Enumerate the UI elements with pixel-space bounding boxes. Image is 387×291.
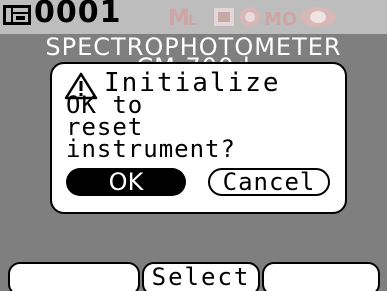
specular-icon (240, 7, 260, 27)
svg-text:MO: MO (264, 9, 297, 30)
memory-card-icon (3, 5, 31, 25)
sample-number: 0001 (34, 0, 122, 30)
initialize-dialog: Initialize OK to reset instrument? OK Ca… (50, 62, 347, 214)
instrument-screen: 0001 M L MO SPECTROPHOTOMETER CM- (0, 0, 387, 291)
status-icons: M L MO (168, 6, 336, 30)
svg-text:L: L (188, 13, 197, 29)
dialog-message-line-3: instrument? (66, 135, 236, 163)
select-softkey[interactable]: Select (142, 262, 260, 291)
right-softkey[interactable] (262, 262, 380, 291)
cancel-button[interactable]: Cancel (208, 168, 330, 196)
area-icon (214, 8, 234, 26)
status-bar: 0001 M L MO (0, 0, 387, 34)
svg-text:M: M (168, 6, 190, 30)
left-softkey[interactable] (8, 262, 140, 291)
light-source-icon (300, 7, 336, 27)
mode-icon: MO (264, 9, 297, 30)
ok-button[interactable]: OK (66, 168, 186, 196)
measurement-mode-icon: M L (168, 6, 197, 30)
